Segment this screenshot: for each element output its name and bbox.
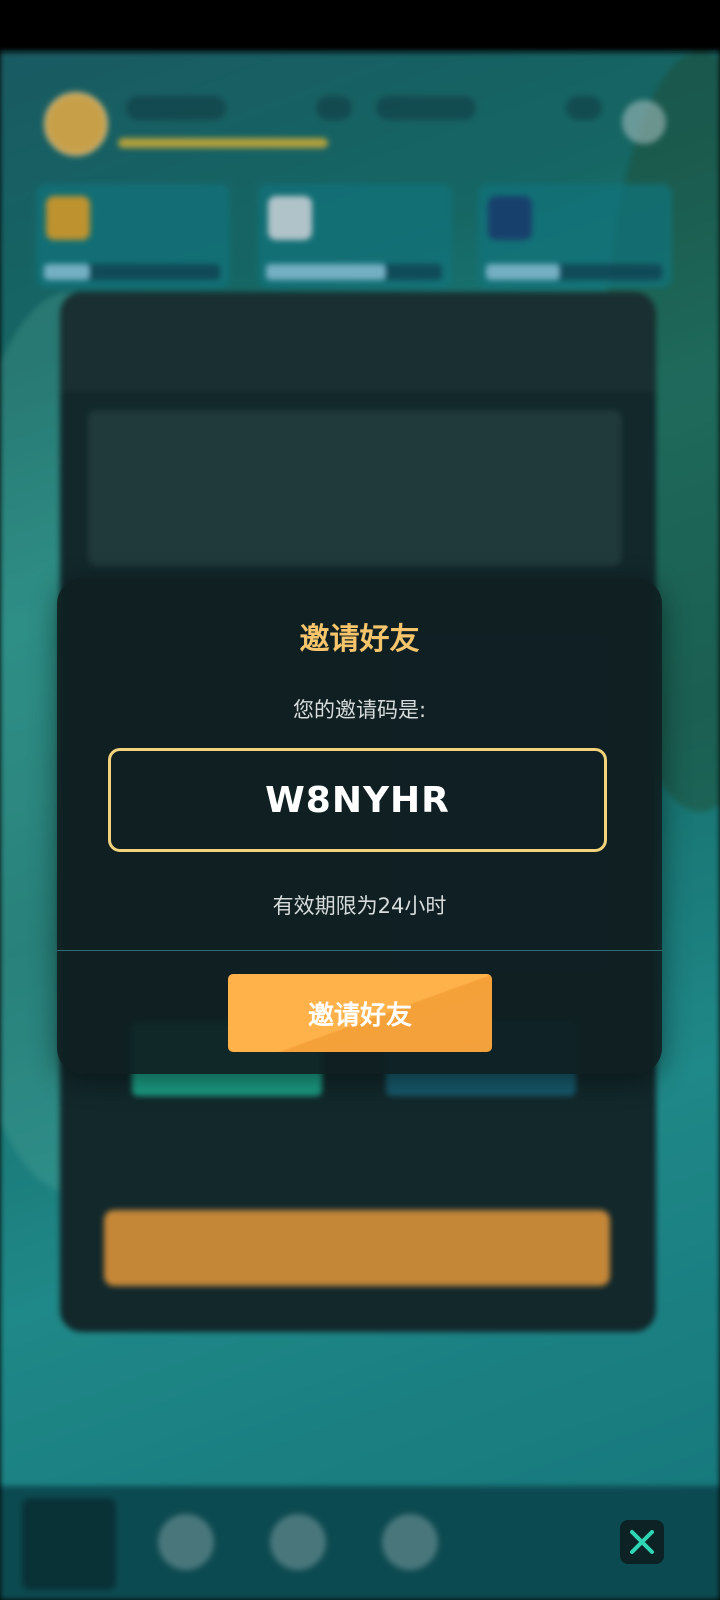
invite-code-field[interactable]: W8NYHR [108, 748, 607, 852]
dialog-title: 邀请好友 [299, 622, 420, 657]
invite-friends-dialog: 邀请好友 您的邀请码是: W8NYHR 有效期限为24小时 邀请好友 [57, 578, 662, 1074]
expiry-note: 有效期限为24小时 [272, 894, 447, 918]
close-icon [630, 1530, 654, 1554]
close-button[interactable] [620, 1520, 664, 1564]
divider [57, 950, 662, 951]
status-bar [0, 0, 720, 52]
invite-friends-button[interactable]: 邀请好友 [228, 974, 492, 1052]
invite-code-label: 您的邀请码是: [292, 698, 427, 722]
